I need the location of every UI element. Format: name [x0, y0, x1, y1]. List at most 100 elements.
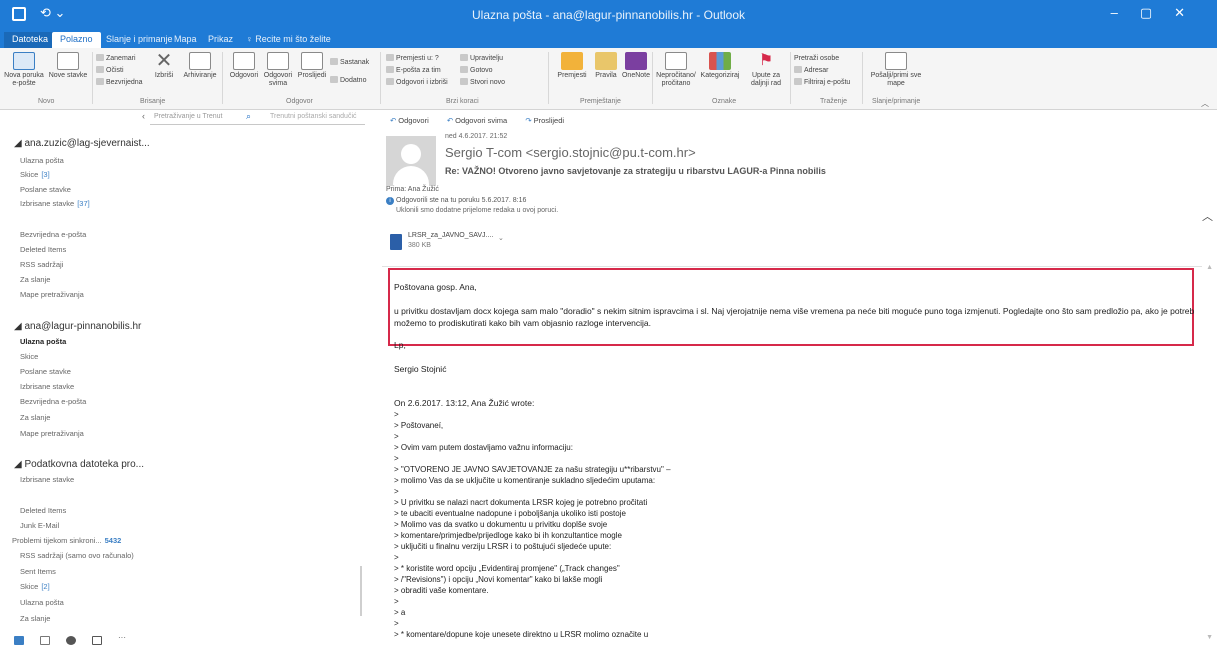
- folder-item[interactable]: Junk E-Mail: [20, 521, 59, 530]
- send-receive-all-button[interactable]: Pošalji/primi sve mape: [866, 52, 926, 88]
- account-header[interactable]: ◢ Podatkovna datoteka pro...: [14, 459, 144, 470]
- folder-item[interactable]: Skice [3]: [20, 170, 50, 179]
- archive-button[interactable]: Arhiviranje: [180, 52, 220, 80]
- folder-item[interactable]: Mape pretraživanja: [20, 290, 84, 299]
- account-header[interactable]: ◢ ana.zuzic@lag-sjevernaist...: [14, 138, 150, 149]
- folder-item[interactable]: Poslane stavke: [20, 367, 71, 376]
- tasks-icon[interactable]: [92, 636, 102, 645]
- new-email-button[interactable]: Nova poruka e-pošte: [4, 52, 44, 88]
- tab-file[interactable]: Datoteka: [4, 32, 57, 48]
- people-icon[interactable]: [66, 636, 76, 645]
- folder-item[interactable]: Izbrisane stavke: [20, 382, 74, 391]
- folder-item[interactable]: Izbrisane stavke [37]: [20, 199, 90, 208]
- filter-icon: [794, 78, 802, 85]
- scroll-up-arrow[interactable]: ▲: [1206, 264, 1213, 271]
- more-apps-icon[interactable]: ···: [118, 633, 128, 642]
- folder-item[interactable]: Bezvrijedna e-pošta: [20, 230, 86, 239]
- lightning-icon: [460, 78, 468, 85]
- quick-step-create[interactable]: Stvori novo: [460, 78, 505, 88]
- folder-item[interactable]: Deleted Items: [20, 245, 66, 254]
- folder-item[interactable]: Izbrisane stavke: [20, 475, 74, 484]
- quick-step-move[interactable]: Premjesti u: ?: [386, 54, 439, 64]
- folder-item[interactable]: Za slanje: [20, 614, 50, 623]
- folder-item[interactable]: Za slanje: [20, 275, 50, 284]
- inline-forward-button[interactable]: ↷ Proslijedi: [525, 116, 572, 125]
- quote-line: > U privitku se nalazi nacrt dokumenta L…: [394, 498, 648, 507]
- folder-item[interactable]: Problemi tijekom sinkroni... 5432: [12, 536, 121, 545]
- collapse-header-icon[interactable]: ︿: [1202, 208, 1213, 224]
- folder-item[interactable]: Bezvrijedna e-pošta: [20, 397, 86, 406]
- forward-button[interactable]: Proslijedi: [292, 52, 332, 80]
- folder-item[interactable]: RSS sadržaji: [20, 260, 63, 269]
- ignore-button[interactable]: Zanemari: [96, 54, 136, 64]
- message-signature: Sergio Stojnić: [394, 364, 447, 374]
- collapse-ribbon-icon[interactable]: ︿: [1201, 98, 1209, 109]
- find-contacts-input[interactable]: Pretraži osobe: [794, 54, 839, 64]
- folder-item[interactable]: Ulazna pošta: [20, 156, 64, 165]
- folder-item[interactable]: Deleted Items: [20, 506, 66, 515]
- word-file-icon: [390, 234, 402, 250]
- mail-icon[interactable]: [14, 636, 24, 645]
- inline-reply-button[interactable]: ↶ Odgovori: [390, 116, 437, 125]
- tab-home[interactable]: Polazno: [52, 32, 101, 48]
- group-label-send-receive: Slanje/primanje: [872, 98, 921, 105]
- onenote-button[interactable]: OneNote: [616, 52, 656, 80]
- message-sender[interactable]: Sergio T-com <sergio.stojnic@pu.t-com.hr…: [445, 145, 696, 160]
- folder-item[interactable]: Ulazna pošta: [20, 598, 64, 607]
- quick-step-done[interactable]: Gotovo: [460, 66, 493, 76]
- folder-item[interactable]: RSS sadržaji (samo ovo računalo): [20, 551, 134, 560]
- cleanup-button[interactable]: Očisti: [96, 66, 124, 76]
- more-respond-button[interactable]: Dodatno: [330, 76, 366, 86]
- quote-header: On 2.6.2017. 13:12, Ana Žužić wrote:: [394, 398, 535, 408]
- folder-item[interactable]: Skice: [20, 352, 38, 361]
- quote-line: > molimo Vas da se uključite u komentira…: [394, 476, 656, 485]
- quote-line: > obraditi vaše komentare.: [394, 586, 489, 595]
- quick-step-manager[interactable]: Upravitelju: [460, 54, 503, 64]
- account-header[interactable]: ◢ ana@lagur-pinnanobilis.hr: [14, 321, 141, 332]
- attachment[interactable]: LRSR_za_JAVNO_SAVJ.... 380 KB ⌄: [390, 230, 508, 258]
- quick-step-reply-delete[interactable]: Odgovori i izbriši: [386, 78, 448, 88]
- line-breaks-infobar[interactable]: Uklonili smo dodatne prijelome redaka u …: [396, 207, 558, 214]
- categorize-icon: [709, 52, 731, 70]
- folder-pane-scrollbar[interactable]: [360, 566, 362, 616]
- junk-button[interactable]: Bezvrijedna: [96, 78, 143, 88]
- calendar-icon[interactable]: [40, 636, 50, 645]
- quote-line: >: [394, 597, 399, 606]
- folder-item[interactable]: Skice [2]: [20, 582, 50, 591]
- follow-up-button[interactable]: ⚑ Upute za daljnji rad: [746, 52, 786, 88]
- tab-view[interactable]: Prikaz: [200, 32, 241, 48]
- categorize-button[interactable]: Kategoriziraj: [700, 52, 740, 80]
- window-controls[interactable]: –▢✕: [1111, 5, 1207, 21]
- folder-pane: ◢ ana.zuzic@lag-sjevernaist... Ulazna po…: [0, 126, 362, 650]
- quote-line: > * koristite word opciju „Evidentiraj p…: [394, 564, 620, 573]
- delete-button[interactable]: ✕ Izbriši: [144, 51, 184, 80]
- folder-item[interactable]: Poslane stavke: [20, 185, 71, 194]
- attachment-name: LRSR_za_JAVNO_SAVJ....: [408, 232, 494, 239]
- inline-reply-all-button[interactable]: ↶ Odgovori svima: [447, 116, 515, 125]
- filter-email-button[interactable]: Filtriraj e-poštu: [794, 78, 850, 88]
- meeting-button[interactable]: Sastanak: [330, 58, 369, 68]
- scroll-down-arrow[interactable]: ▼: [1206, 634, 1213, 641]
- new-items-button[interactable]: Nove stavke: [48, 52, 88, 80]
- search-input[interactable]: Pretraživanje u Trenut ⌕ Trenutni poštan…: [150, 111, 365, 125]
- search-icon[interactable]: ⌕: [246, 111, 251, 122]
- address-book-button[interactable]: Adresar: [794, 66, 829, 76]
- reply-all-icon: ↶: [446, 116, 454, 125]
- folder-item[interactable]: Sent Items: [20, 567, 56, 576]
- reply-icon: [233, 52, 255, 70]
- unread-read-button[interactable]: Nepročitano/ pročitano: [656, 52, 696, 88]
- group-label-new: Novo: [38, 98, 55, 105]
- search-scope-dropdown[interactable]: Trenutni poštanski sandučić: [270, 113, 357, 120]
- folder-item-selected[interactable]: Ulazna pošta: [20, 337, 66, 346]
- tab-tell-me[interactable]: ♀ Recite mi što želite: [238, 32, 339, 48]
- group-label-find: Traženje: [820, 98, 847, 105]
- folder-item[interactable]: Mape pretraživanja: [20, 429, 84, 438]
- attachment-dropdown[interactable]: ⌄: [498, 234, 504, 242]
- window-title: Ulazna pošta - ana@lagur-pinnanobilis.hr…: [472, 8, 745, 22]
- tab-folder[interactable]: Mapa: [166, 32, 205, 48]
- folder-item[interactable]: Za slanje: [20, 413, 50, 422]
- collapse-folder-pane-icon[interactable]: ‹: [142, 111, 145, 121]
- forward-icon: [301, 52, 323, 70]
- quick-step-icon: [386, 66, 394, 73]
- quick-step-team[interactable]: E-pošta za tim: [386, 66, 441, 76]
